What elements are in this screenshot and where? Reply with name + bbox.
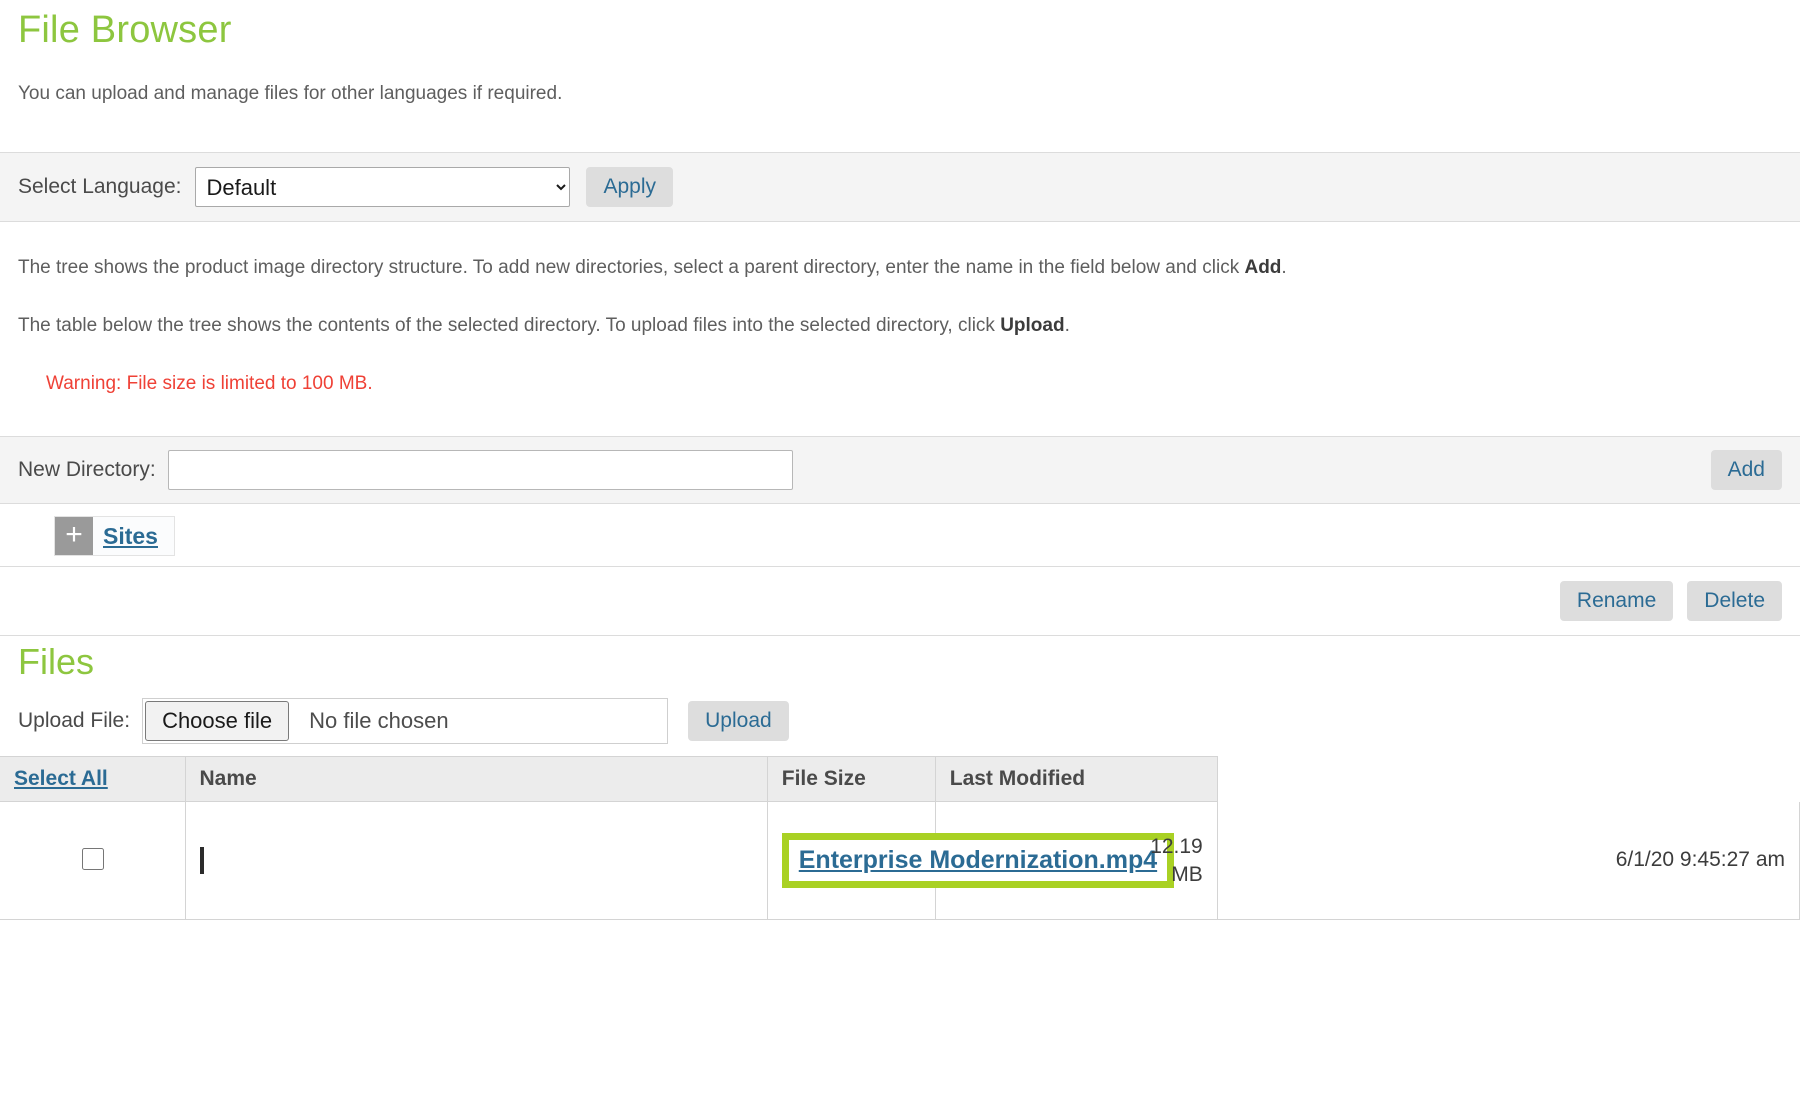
column-header-last-modified: Last Modified [935, 756, 1218, 802]
file-name-link[interactable]: Enterprise Modernization.mp4 [799, 846, 1157, 874]
row-select-cell [0, 801, 186, 920]
delete-button[interactable]: Delete [1687, 581, 1782, 621]
new-directory-label: New Directory: [18, 458, 156, 481]
instruction-line-1-bold: Add [1244, 257, 1282, 278]
file-name-highlight: Enterprise Modernization.mp4 [781, 833, 1175, 888]
upload-file-row: Upload File: Choose file No file chosen … [0, 688, 1800, 756]
files-section-title: Files [18, 641, 95, 682]
column-header-select-all: Select All [0, 756, 186, 802]
page-title: File Browser [18, 9, 232, 51]
file-size-warning: Warning: File size is limited to 100 MB. [46, 373, 373, 394]
files-table-header-row: Select All Name File Size Last Modified [0, 756, 1800, 802]
instructions-block: The tree shows the product image directo… [0, 222, 1800, 406]
file-name-highlight-inner: Enterprise Modernization.mp4 [788, 840, 1168, 881]
tree-node-sites[interactable]: + Sites [54, 516, 175, 556]
new-directory-input[interactable] [167, 450, 793, 490]
rename-button[interactable]: Rename [1559, 581, 1674, 621]
row-file-size-value: 12.19 [1150, 834, 1203, 858]
upload-button[interactable]: Upload [688, 701, 789, 741]
plus-icon[interactable]: + [55, 517, 93, 555]
select-language-label: Select Language: [18, 175, 182, 198]
upload-file-label: Upload File: [18, 709, 131, 732]
row-last-modified-cell: 6/1/20 9:45:27 am [1217, 801, 1800, 920]
add-directory-button[interactable]: Add [1710, 450, 1782, 490]
instruction-line-1-post: . [1281, 257, 1287, 278]
files-table-body: Enterprise Modernization.mp4 12.19 MB 6/… [0, 801, 1800, 920]
instruction-line-2-bold: Upload [1000, 315, 1065, 336]
row-thumbnail-cell [185, 801, 768, 920]
no-file-chosen-text: No file chosen [309, 708, 449, 733]
tree-node-label-sites[interactable]: Sites [93, 517, 174, 555]
table-row: Enterprise Modernization.mp4 12.19 MB 6/… [0, 801, 1800, 920]
tree-action-bar: Rename Delete [0, 567, 1800, 636]
row-name-cell: Enterprise Modernization.mp4 [767, 801, 1175, 920]
choose-file-button[interactable]: Choose file [145, 701, 290, 741]
file-input-control[interactable]: Choose file No file chosen [142, 698, 669, 744]
language-select[interactable]: Default [195, 167, 571, 207]
directory-tree: + Sites [0, 504, 1800, 567]
files-table-head: Select All Name File Size Last Modified [0, 756, 1800, 802]
instruction-line-2: The table below the tree shows the conte… [18, 314, 1782, 338]
language-bar: Select Language: Default Apply [0, 152, 1800, 222]
file-browser-page: File Browser You can upload and manage f… [0, 0, 1800, 1120]
instruction-line-2-post: . [1064, 315, 1070, 336]
file-thumbnail [199, 846, 204, 874]
apply-button[interactable]: Apply [586, 167, 673, 207]
column-header-file-size: File Size [767, 756, 936, 802]
select-all-link[interactable]: Select All [14, 767, 108, 790]
instruction-line-1-pre: The tree shows the product image directo… [18, 257, 1245, 278]
instruction-line-2-pre: The table below the tree shows the conte… [18, 315, 1001, 336]
page-intro-text: You can upload and manage files for othe… [18, 83, 563, 104]
instruction-line-1: The tree shows the product image directo… [18, 256, 1782, 280]
new-directory-row: New Directory: Add [0, 436, 1800, 504]
column-header-name: Name [185, 756, 768, 802]
row-checkbox[interactable] [81, 848, 104, 870]
row-file-size-unit: MB [1171, 862, 1203, 886]
files-table: Select All Name File Size Last Modified [0, 756, 1800, 920]
